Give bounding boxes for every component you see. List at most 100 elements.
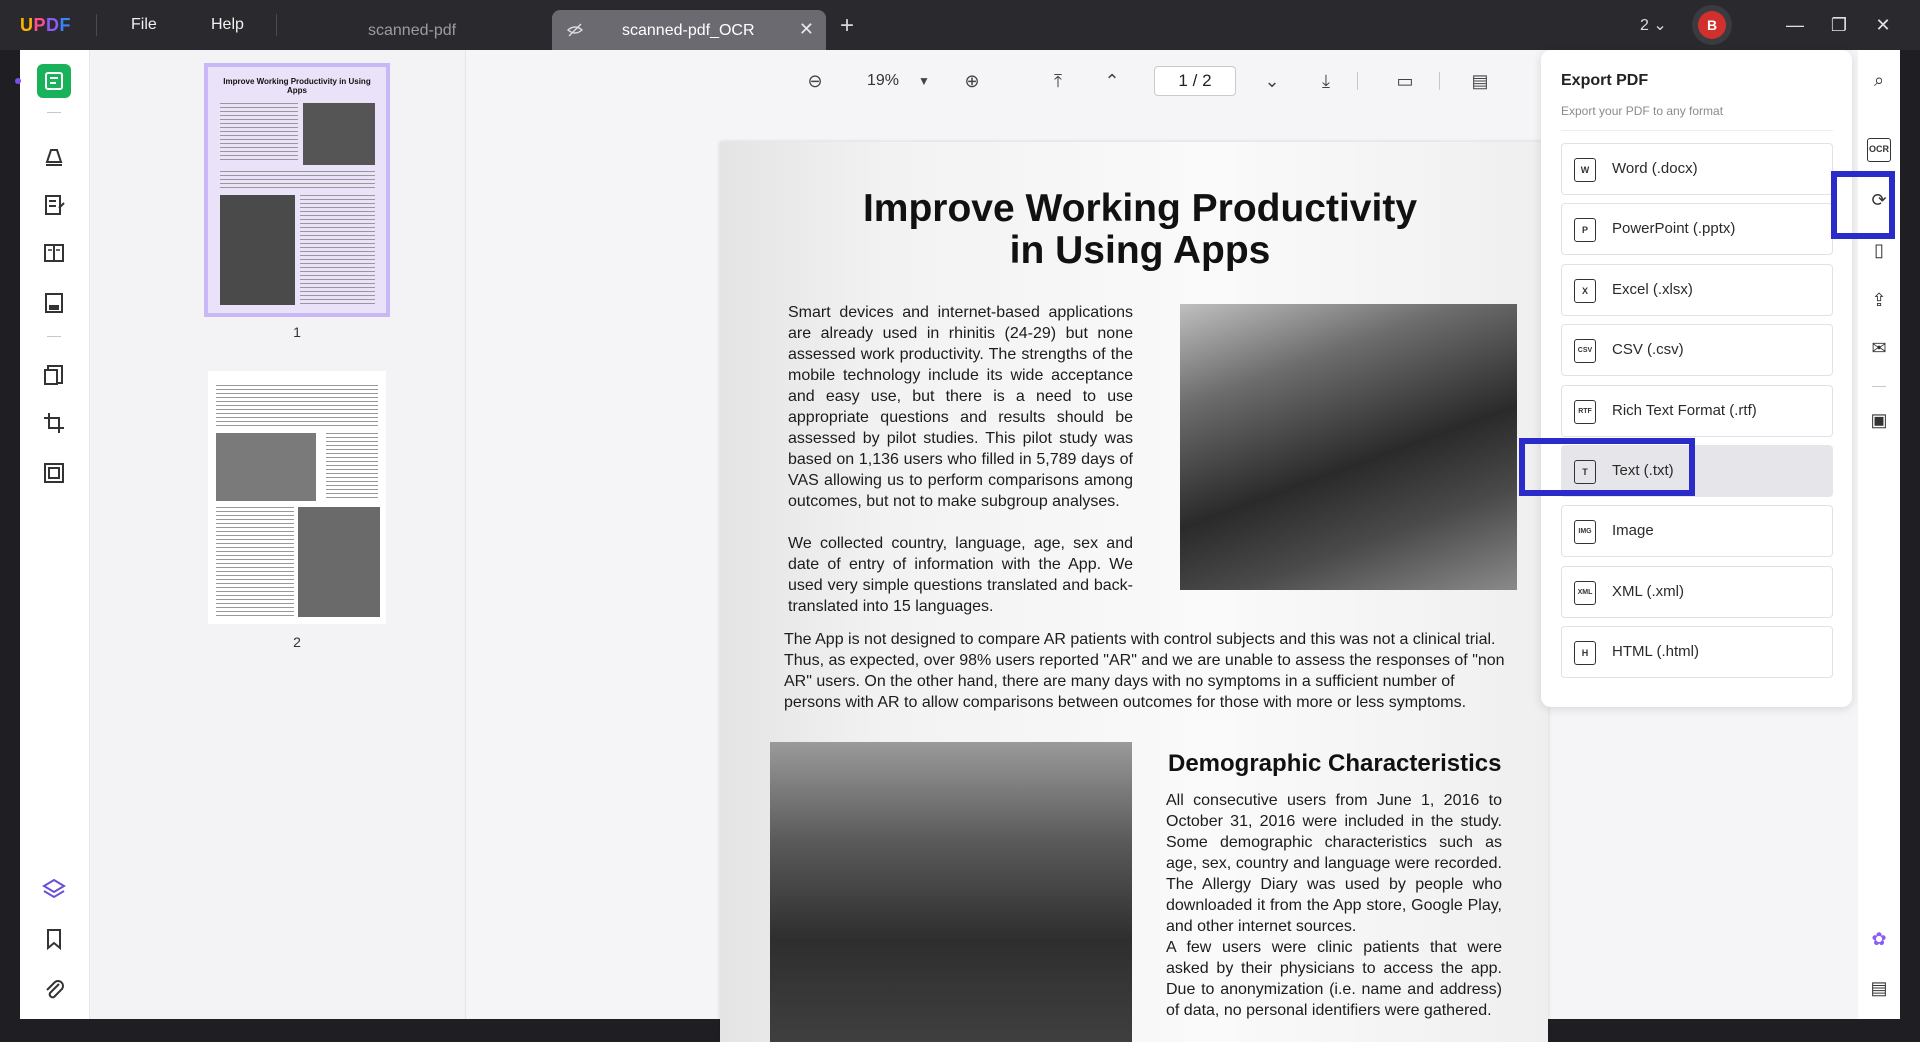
thumbnail-page-1[interactable]: Improve Working Productivity in Using Ap… (204, 63, 390, 317)
tab-label: scanned-pdf (368, 22, 457, 39)
ocr-tool-button[interactable] (37, 456, 71, 490)
divider (96, 14, 97, 36)
last-page-icon[interactable]: ⤓ (1315, 70, 1337, 92)
crop-tool-button[interactable] (37, 406, 71, 440)
form-icon (45, 293, 63, 313)
search-icon[interactable]: ⌕ (1867, 68, 1891, 92)
divider (47, 112, 61, 113)
ocr-pages-icon (44, 463, 64, 483)
xml-icon: XML (1574, 581, 1596, 605)
thumbnail-page-2[interactable] (208, 371, 386, 624)
tab-label: scanned-pdf_OCR (622, 22, 755, 39)
paragraph: All consecutive users from June 1, 2016 … (1166, 792, 1502, 935)
tab-scanned-pdf[interactable]: scanned-pdf (300, 10, 540, 50)
hidden-eye-icon (566, 23, 584, 37)
powerpoint-icon: P (1574, 218, 1596, 242)
crop-icon (44, 413, 64, 433)
divider (1439, 72, 1440, 90)
thumbnail-photo (216, 433, 316, 501)
export-option-label: Excel (.xlsx) (1612, 281, 1693, 298)
ai-assistant-icon[interactable]: ✿ (1867, 927, 1891, 951)
bookmark-button[interactable] (37, 922, 71, 956)
title-bar: UPDF File Help scanned-pdf scanned-pdf_O… (0, 0, 1920, 50)
export-option-label: PowerPoint (.pptx) (1612, 220, 1736, 237)
excel-icon: X (1574, 279, 1596, 303)
close-window-icon[interactable]: ✕ (1868, 10, 1898, 40)
pdf-page: Improve Working Productivity in Using Ap… (720, 142, 1548, 1042)
view-toolbar: ⊖ 19% ▼ ⊕ ⤒ ⌃ 1 / 2 ⌄ ⤓ ▭ ▤ (467, 50, 1540, 110)
pages-icon (44, 244, 64, 262)
indicator-dot (15, 78, 21, 84)
page-layout-icon[interactable]: ▤ (1469, 70, 1491, 92)
paragraph: Smart devices and internet-based applica… (788, 304, 1133, 510)
export-word-button[interactable]: W Word (.docx) (1561, 143, 1833, 195)
thumbnail-text-lines (220, 171, 375, 189)
edit-tool-button[interactable] (37, 188, 71, 222)
export-option-label: Rich Text Format (.rtf) (1612, 402, 1757, 419)
zoom-dropdown-icon[interactable]: ▼ (913, 70, 935, 92)
thumbnail-page-number: 1 (293, 324, 301, 340)
panel-subtitle: Export your PDF to any format (1561, 104, 1724, 118)
comment-tool-button[interactable] (37, 138, 71, 172)
comments-icon[interactable]: ▤ (1867, 976, 1891, 1000)
export-rtf-button[interactable]: RTF Rich Text Format (.rtf) (1561, 385, 1833, 437)
thumbnail-page-number: 2 (293, 634, 301, 650)
export-excel-button[interactable]: X Excel (.xlsx) (1561, 264, 1833, 316)
minimize-icon[interactable]: — (1780, 10, 1810, 40)
image-icon: IMG (1574, 520, 1596, 544)
layers-icon (42, 878, 66, 899)
export-image-button[interactable]: IMG Image (1561, 505, 1833, 557)
menu-file[interactable]: File (131, 16, 157, 34)
export-powerpoint-button[interactable]: P PowerPoint (.pptx) (1561, 203, 1833, 255)
export-pdf-panel: Export PDF Export your PDF to any format… (1541, 50, 1852, 707)
form-tool-button[interactable] (37, 286, 71, 320)
thumbnail-photo (303, 103, 375, 165)
window-count[interactable]: 2 ⌄ (1640, 15, 1667, 35)
menu-help[interactable]: Help (211, 16, 244, 34)
workspace: Improve Working Productivity in Using Ap… (15, 50, 1900, 1042)
restore-icon[interactable]: ❐ (1824, 10, 1854, 40)
meeting-photo (1180, 304, 1517, 590)
divider (276, 14, 277, 36)
page-tool-button[interactable] (37, 236, 71, 270)
ocr-icon[interactable]: OCR (1867, 138, 1891, 162)
book-icon (45, 72, 63, 90)
export-html-button[interactable]: H HTML (.html) (1561, 626, 1833, 678)
save-icon[interactable]: ▣ (1867, 408, 1891, 432)
word-icon: W (1574, 158, 1596, 182)
thumbnail-text-lines (220, 103, 298, 163)
thumbnail-panel: Improve Working Productivity in Using Ap… (91, 50, 466, 1019)
next-page-icon[interactable]: ⌄ (1261, 70, 1283, 92)
export-option-label: XML (.xml) (1612, 583, 1684, 600)
protect-icon[interactable]: ▯ (1867, 238, 1891, 262)
zoom-level[interactable]: 19% (867, 72, 899, 90)
export-csv-button[interactable]: CSV CSV (.csv) (1561, 324, 1833, 376)
close-tab-icon[interactable]: ✕ (799, 19, 814, 40)
zoom-in-icon[interactable]: ⊕ (961, 70, 983, 92)
page-number-input[interactable]: 1 / 2 (1154, 66, 1236, 96)
first-page-icon[interactable]: ⤒ (1047, 70, 1069, 92)
new-tab-icon[interactable]: + (840, 12, 854, 40)
thumbnail-photo (298, 507, 380, 617)
csv-icon: CSV (1574, 339, 1596, 363)
page-title: Improve Working Productivity in Using Ap… (862, 187, 1418, 272)
layers-button[interactable] (37, 872, 71, 906)
tab-scanned-pdf-ocr[interactable]: scanned-pdf_OCR ✕ (552, 10, 826, 50)
email-icon[interactable]: ✉ (1867, 336, 1891, 360)
panel-title: Export PDF (1561, 72, 1649, 89)
export-option-label: HTML (.html) (1612, 643, 1699, 660)
presentation-icon[interactable]: ▭ (1394, 70, 1416, 92)
zoom-out-icon[interactable]: ⊖ (804, 70, 826, 92)
avatar[interactable]: B (1698, 11, 1726, 39)
share-icon[interactable]: ⇪ (1867, 288, 1891, 312)
thumbnail-text-lines (326, 433, 378, 501)
bookmark-icon (47, 929, 61, 951)
organize-tool-button[interactable] (37, 358, 71, 392)
export-xml-button[interactable]: XML XML (.xml) (1561, 566, 1833, 618)
attachment-button[interactable] (37, 972, 71, 1006)
divider (47, 336, 61, 337)
reader-mode-button[interactable] (37, 64, 71, 98)
paragraph: The App is not designed to compare AR pa… (784, 631, 1505, 711)
export-option-label: Image (1612, 522, 1654, 539)
previous-page-icon[interactable]: ⌃ (1101, 70, 1123, 92)
